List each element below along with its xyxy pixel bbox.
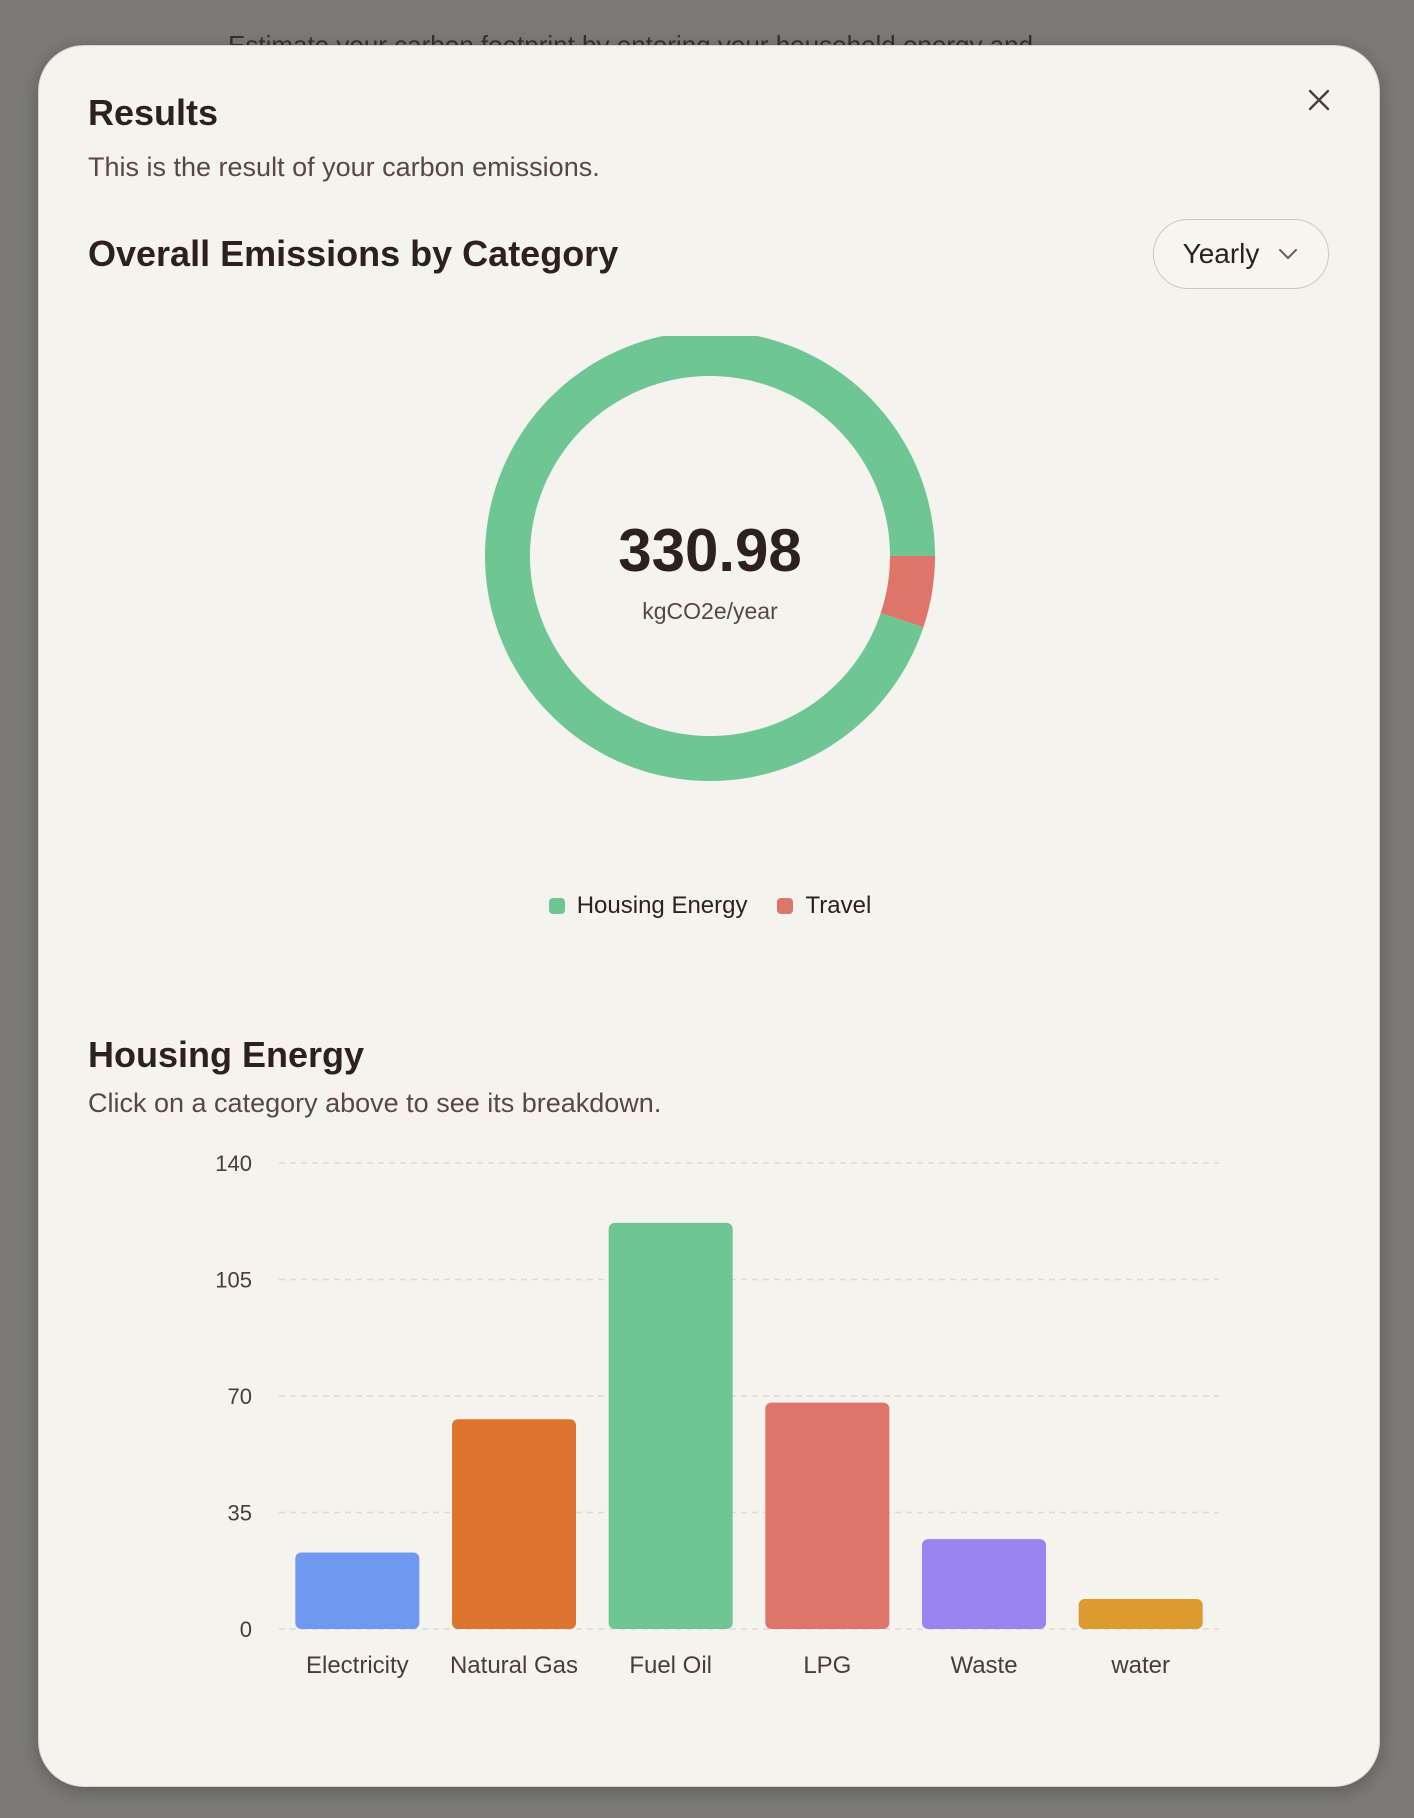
x-tick-label: water <box>1110 1652 1170 1679</box>
y-tick-label: 35 <box>228 1501 252 1526</box>
x-tick-label: Fuel Oil <box>629 1652 712 1679</box>
bar-electricity[interactable] <box>295 1552 420 1629</box>
housing-energy-bar-chart: 0 35 70 105 140 Electricity Natural Gas Fuel Oi… <box>215 1151 1219 1679</box>
x-tick-label: Waste <box>950 1652 1017 1679</box>
results-modal: Results This is the result of your carbo… <box>38 45 1380 1787</box>
y-tick-label: 0 <box>240 1617 252 1642</box>
bar-lpg[interactable] <box>765 1402 890 1629</box>
bar-water[interactable] <box>1078 1599 1203 1629</box>
y-tick-label: 140 <box>215 1151 252 1176</box>
x-tick-label: Electricity <box>306 1652 409 1679</box>
y-tick-label: 105 <box>215 1268 252 1293</box>
x-tick-label: LPG <box>803 1652 851 1679</box>
bar-fuel-oil[interactable] <box>608 1222 733 1629</box>
bar-waste[interactable] <box>922 1539 1046 1629</box>
x-tick-label: Natural Gas <box>450 1652 578 1679</box>
bar-natural-gas[interactable] <box>452 1419 576 1629</box>
y-tick-label: 70 <box>228 1384 252 1409</box>
